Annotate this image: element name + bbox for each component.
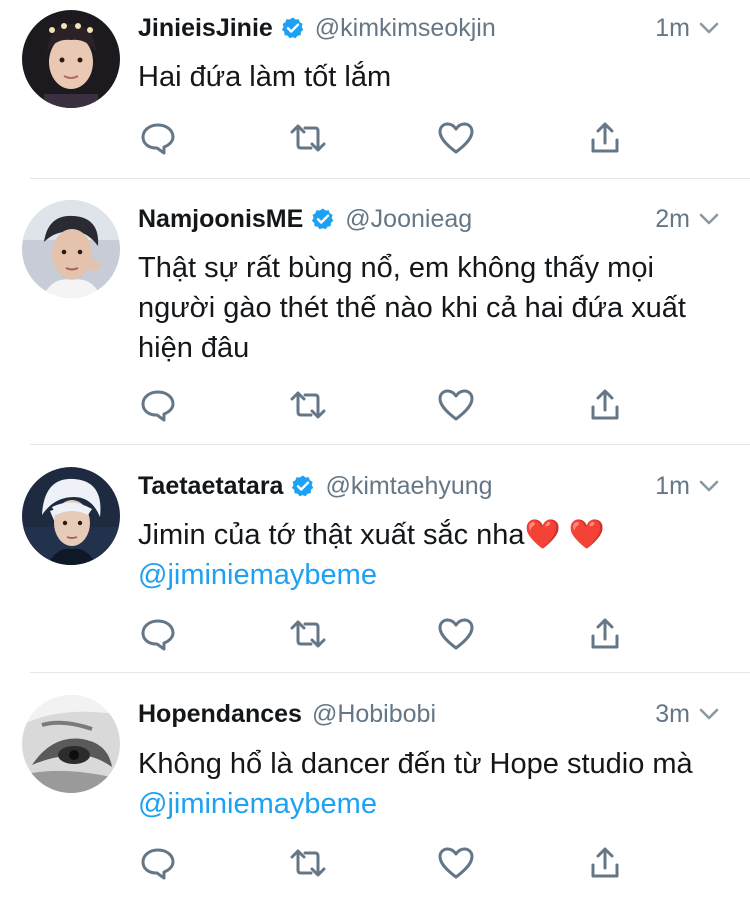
- reply-icon[interactable]: [138, 614, 178, 654]
- chevron-down-icon[interactable]: [698, 208, 720, 230]
- verified-badge-icon: [281, 16, 305, 40]
- tweet[interactable]: NamjoonisME @Joonieag 2m Thật sự rất bùn…: [0, 179, 750, 444]
- tweet[interactable]: Hopendances @Hobibobi 3m Không hổ là dan…: [0, 673, 750, 897]
- share-icon[interactable]: [585, 385, 625, 425]
- timestamp: 3m: [655, 699, 690, 728]
- chevron-down-icon[interactable]: [698, 703, 720, 725]
- tweet-text: Không hổ là dancer đến từ Hope studio mà…: [138, 744, 730, 824]
- share-icon[interactable]: [585, 118, 625, 158]
- tweet-text: Thật sự rất bùng nổ, em không thấy mọi n…: [138, 248, 730, 368]
- avatar[interactable]: [22, 200, 120, 298]
- avatar[interactable]: [22, 695, 120, 793]
- share-icon[interactable]: [585, 614, 625, 654]
- reply-icon[interactable]: [138, 118, 178, 158]
- tweet[interactable]: JinieisJinie @kimkimseokjin 1m Hai đứa l…: [0, 0, 750, 178]
- user-handle[interactable]: @Joonieag: [345, 205, 472, 234]
- heart-emoji: ❤️ ❤️: [524, 519, 605, 551]
- share-icon[interactable]: [585, 843, 625, 883]
- reply-icon[interactable]: [138, 385, 178, 425]
- display-name[interactable]: Hopendances: [138, 700, 302, 729]
- tweet-body: Thật sự rất bùng nổ, em không thấy mọi n…: [138, 252, 686, 364]
- retweet-icon[interactable]: [288, 385, 328, 425]
- tweet-actions: [138, 614, 628, 654]
- avatar[interactable]: [22, 467, 120, 565]
- chevron-down-icon[interactable]: [698, 17, 720, 39]
- mention-link[interactable]: @jiminiemaybeme: [138, 559, 377, 591]
- tweet[interactable]: Taetaetatara @kimtaehyung 1m Jimin của t…: [0, 445, 750, 672]
- tweet-body: Không hổ là dancer đến từ Hope studio mà: [138, 748, 693, 780]
- tweet-body: Jimin của tớ thật xuất sắc nha: [138, 519, 525, 551]
- retweet-icon[interactable]: [288, 843, 328, 883]
- reply-icon[interactable]: [138, 843, 178, 883]
- timestamp: 1m: [655, 13, 690, 42]
- heart-icon[interactable]: [436, 614, 476, 654]
- retweet-icon[interactable]: [288, 614, 328, 654]
- display-name[interactable]: Taetaetatara: [138, 472, 283, 501]
- heart-icon[interactable]: [436, 118, 476, 158]
- heart-icon[interactable]: [436, 385, 476, 425]
- tweet-text: Hai đứa làm tốt lắm: [138, 57, 730, 97]
- display-name[interactable]: NamjoonisME: [138, 205, 303, 234]
- mention-link[interactable]: @jiminiemaybeme: [138, 788, 377, 820]
- user-handle[interactable]: @kimtaehyung: [325, 472, 492, 501]
- tweet-body: Hai đứa làm tốt lắm: [138, 61, 392, 93]
- heart-icon[interactable]: [436, 843, 476, 883]
- chevron-down-icon[interactable]: [698, 475, 720, 497]
- avatar[interactable]: [22, 10, 120, 108]
- user-handle[interactable]: @Hobibobi: [312, 700, 436, 729]
- retweet-icon[interactable]: [288, 118, 328, 158]
- timestamp: 2m: [655, 204, 690, 233]
- verified-badge-icon: [291, 474, 315, 498]
- tweet-actions: [138, 843, 628, 883]
- display-name[interactable]: JinieisJinie: [138, 14, 273, 43]
- tweet-actions: [138, 385, 628, 425]
- timestamp: 1m: [655, 471, 690, 500]
- tweet-actions: [138, 118, 628, 158]
- verified-badge-icon: [311, 207, 335, 231]
- tweet-text: Jimin của tớ thật xuất sắc nha❤️ ❤️ @jim…: [138, 515, 730, 595]
- user-handle[interactable]: @kimkimseokjin: [315, 14, 496, 43]
